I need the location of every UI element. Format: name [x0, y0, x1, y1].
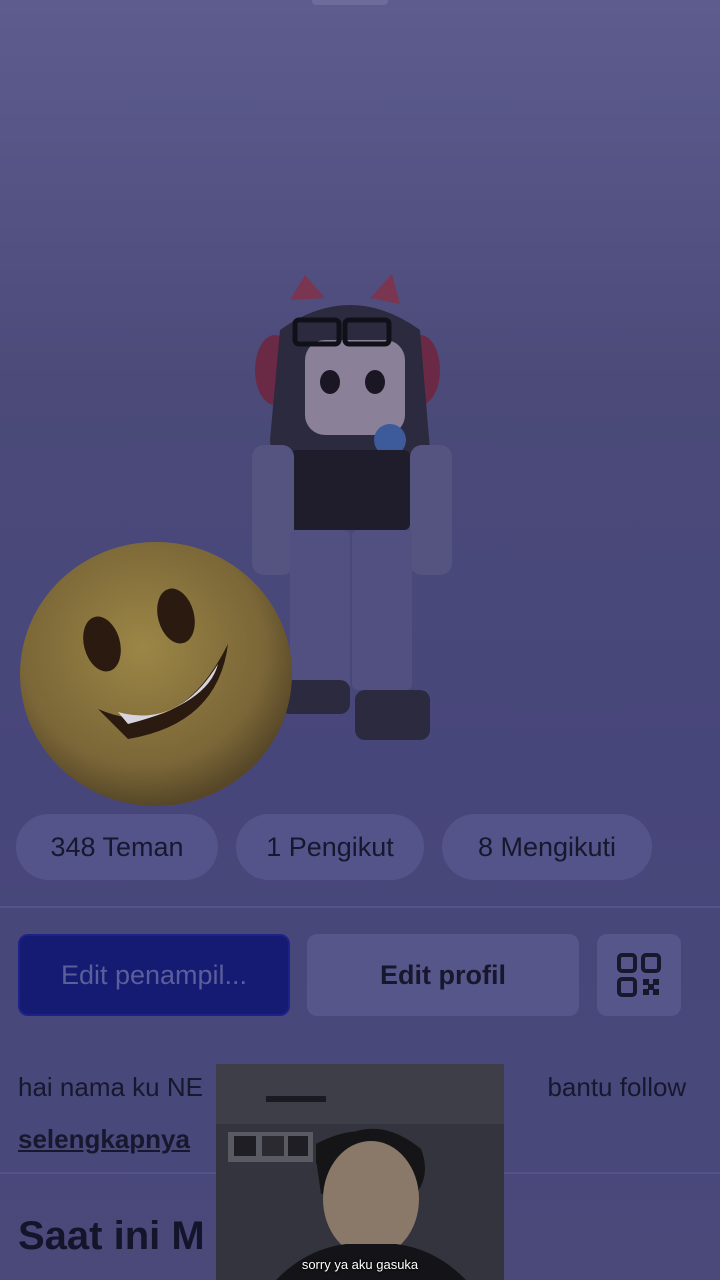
video-subtitle: sorry ya aku gasuka	[301, 1257, 419, 1272]
bio-text-right: bantu follow	[547, 1072, 687, 1102]
smiling-emoji-icon	[20, 542, 292, 806]
qr-code-icon	[617, 953, 661, 997]
qr-code-button[interactable]	[597, 934, 681, 1016]
divider	[0, 906, 720, 908]
friends-chip[interactable]: 348 Teman	[16, 814, 218, 880]
webcam-overlay	[216, 1064, 504, 1280]
profile-stats: 348 Teman 1 Pengikut 8 Mengikuti	[16, 814, 652, 880]
edit-profile-button[interactable]: Edit profil	[307, 934, 579, 1016]
section-title: Saat ini M	[18, 1214, 205, 1258]
bio-text-left: hai nama ku NE	[18, 1072, 203, 1102]
webcam-image	[216, 1064, 504, 1280]
edit-appearance-button[interactable]: Edit penampil...	[18, 934, 290, 1016]
following-chip[interactable]: 8 Mengikuti	[442, 814, 652, 880]
followers-chip[interactable]: 1 Pengikut	[236, 814, 424, 880]
see-more-link[interactable]: selengkapnya	[18, 1124, 190, 1155]
